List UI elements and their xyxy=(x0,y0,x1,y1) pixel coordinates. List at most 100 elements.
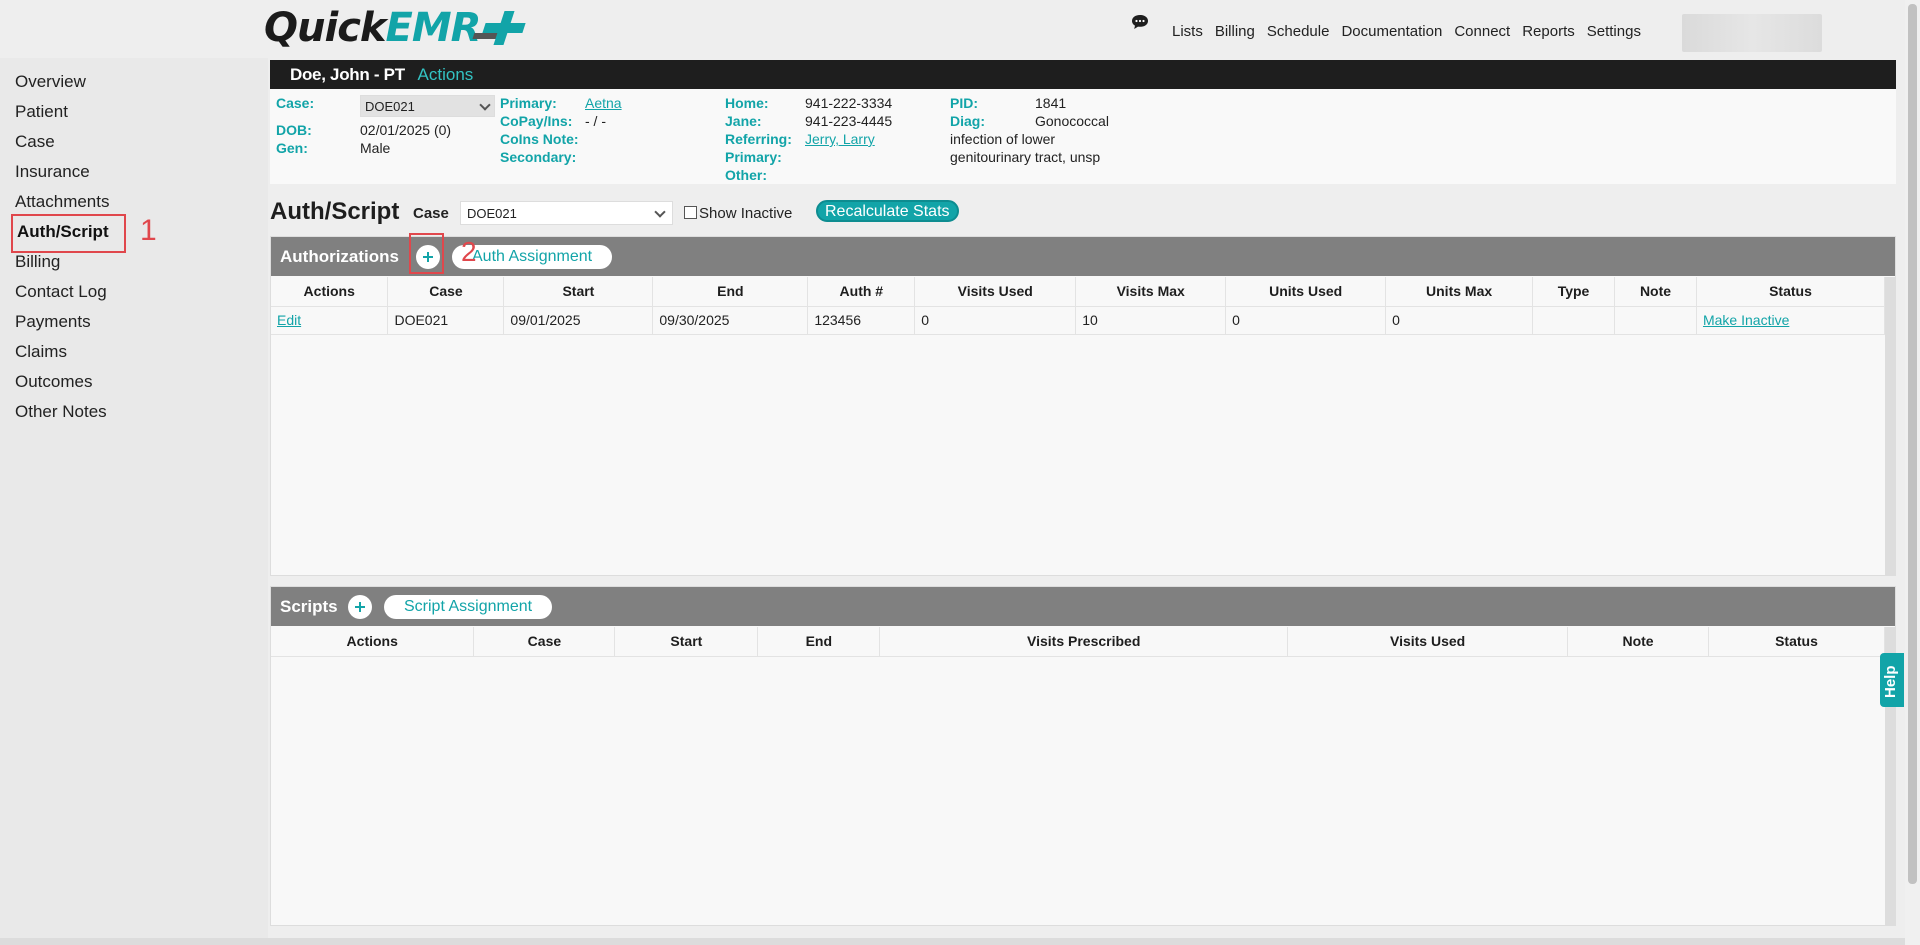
logo-plus-icon xyxy=(472,11,532,45)
chat-bubble-icon[interactable] xyxy=(1131,14,1149,30)
page-title: Auth/Script xyxy=(270,198,400,225)
col-type: Type xyxy=(1532,277,1616,307)
authorizations-header: Authorizations Auth Assignment xyxy=(271,237,1895,276)
col-end: End xyxy=(652,277,809,307)
gen-value: Male xyxy=(360,140,391,156)
referring-label: Referring: xyxy=(725,131,792,147)
pid-value: 1841 xyxy=(1035,95,1067,111)
col-end: End xyxy=(757,627,881,657)
sidebar-item-claims[interactable]: Claims xyxy=(15,342,67,362)
patient-case-select[interactable]: DOE021 xyxy=(360,95,495,117)
case-filter-label: Case xyxy=(413,205,449,222)
authorizations-title: Authorizations xyxy=(280,247,399,266)
horizontal-scrollbar[interactable] xyxy=(0,938,1905,945)
cell-visits-used: 0 xyxy=(914,306,1077,335)
authorizations-scrollbar[interactable] xyxy=(1885,277,1895,575)
chevron-down-icon xyxy=(479,99,491,111)
coins-note-label: CoIns Note: xyxy=(500,131,579,147)
col-visits-prescribed: Visits Prescribed xyxy=(879,627,1289,657)
scripts-panel: Scripts Script Assignment Actions Case S… xyxy=(270,586,1896,926)
scripts-header-row: Actions Case Start End Visits Prescribed… xyxy=(271,627,1885,657)
col-case: Case xyxy=(473,627,616,657)
cell-visits-max: 10 xyxy=(1075,306,1227,335)
show-inactive-label: Show Inactive xyxy=(699,205,793,222)
sidebar-item-contact-log[interactable]: Contact Log xyxy=(15,282,107,302)
sidebar-item-insurance[interactable]: Insurance xyxy=(15,162,90,182)
logo-emr-text: EMR xyxy=(385,5,482,51)
cell-type xyxy=(1532,306,1616,335)
cell-auth-number: 123456 xyxy=(807,306,916,335)
quickemr-logo[interactable]: Quick EMR xyxy=(264,5,527,51)
col-actions: Actions xyxy=(271,627,475,657)
cell-status: Make Inactive xyxy=(1696,306,1886,335)
patient-actions-link[interactable]: Actions xyxy=(418,65,474,84)
nav-reports[interactable]: Reports xyxy=(1522,23,1575,40)
top-bar: Quick EMR Lists Billing Schedule Documen… xyxy=(0,0,1905,58)
sidebar-item-patient[interactable]: Patient xyxy=(15,102,68,122)
nav-settings[interactable]: Settings xyxy=(1587,23,1641,40)
logo-quick-text: Quick xyxy=(264,5,387,51)
add-script-icon[interactable] xyxy=(348,595,372,619)
col-status: Status xyxy=(1696,277,1886,307)
annotation-step-2: 2 xyxy=(461,236,477,267)
show-inactive-checkbox[interactable] xyxy=(684,206,697,219)
sidebar-item-overview[interactable]: Overview xyxy=(15,72,86,92)
scripts-header: Scripts Script Assignment xyxy=(271,587,1895,626)
sidebar-item-outcomes[interactable]: Outcomes xyxy=(15,372,92,392)
cell-note xyxy=(1614,306,1697,335)
help-tab[interactable]: Help xyxy=(1880,653,1904,707)
user-menu[interactable] xyxy=(1682,14,1822,52)
cell-action: Edit xyxy=(271,306,389,335)
dob-label: DOB: xyxy=(276,122,312,138)
recalculate-stats-button[interactable]: Recalculate Stats xyxy=(816,200,959,222)
nav-schedule[interactable]: Schedule xyxy=(1267,23,1330,40)
col-note: Note xyxy=(1567,627,1709,657)
authorizations-panel: Authorizations Auth Assignment Actions C… xyxy=(270,236,1896,576)
col-auth-number: Auth # xyxy=(807,277,916,307)
patient-case-value: DOE021 xyxy=(365,99,415,114)
col-actions: Actions xyxy=(271,277,389,307)
app-root: Quick EMR Lists Billing Schedule Documen… xyxy=(0,0,1920,945)
table-row: Edit DOE021 09/01/2025 09/30/2025 123456… xyxy=(271,306,1886,335)
diag-line-2: infection of lower xyxy=(950,131,1056,147)
sidebar: Overview Patient Case Insurance Attachme… xyxy=(0,58,268,938)
sidebar-item-billing[interactable]: Billing xyxy=(15,252,60,272)
top-nav: Lists Billing Schedule Documentation Con… xyxy=(1172,23,1641,40)
cell-units-max: 0 xyxy=(1385,306,1534,335)
pid-label: PID: xyxy=(950,95,978,111)
dob-value: 02/01/2025 (0) xyxy=(360,122,452,138)
sidebar-item-other-notes[interactable]: Other Notes xyxy=(15,402,107,422)
script-assignment-button[interactable]: Script Assignment xyxy=(384,595,553,619)
case-filter-value: DOE021 xyxy=(467,206,517,221)
primary-ins-label: Primary: xyxy=(500,95,557,111)
col-visits-used: Visits Used xyxy=(914,277,1077,307)
nav-billing[interactable]: Billing xyxy=(1215,23,1255,40)
annotation-highlight-add-authorization xyxy=(409,233,444,274)
annotation-highlight-auth-script xyxy=(11,214,126,253)
case-filter-select[interactable]: DOE021 xyxy=(460,201,673,225)
col-case: Case xyxy=(387,277,505,307)
edit-link[interactable]: Edit xyxy=(277,312,301,328)
gen-label: Gen: xyxy=(276,140,308,156)
home-phone-value: 941-222-3334 xyxy=(805,95,893,111)
other-label: Other: xyxy=(725,167,767,183)
nav-lists[interactable]: Lists xyxy=(1172,23,1203,40)
referring-link[interactable]: Jerry, Larry xyxy=(805,131,875,147)
primary-ins-link[interactable]: Aetna xyxy=(585,95,622,111)
page-scrollbar-thumb[interactable] xyxy=(1908,4,1917,884)
jane-value: 941-223-4445 xyxy=(805,113,893,129)
case-label: Case: xyxy=(276,95,315,111)
patient-header: Doe, John - PT Actions xyxy=(270,60,1896,89)
primary-contact-label: Primary: xyxy=(725,149,782,165)
sidebar-item-payments[interactable]: Payments xyxy=(15,312,91,332)
make-inactive-link[interactable]: Make Inactive xyxy=(1703,312,1789,328)
col-start: Start xyxy=(614,627,759,657)
diag-line-1: Gonococcal xyxy=(1035,113,1109,129)
cell-start: 09/01/2025 xyxy=(503,306,654,335)
sidebar-item-attachments[interactable]: Attachments xyxy=(15,192,110,212)
annotation-step-1: 1 xyxy=(140,214,157,247)
nav-connect[interactable]: Connect xyxy=(1454,23,1510,40)
nav-documentation[interactable]: Documentation xyxy=(1341,23,1442,40)
cell-units-used: 0 xyxy=(1225,306,1387,335)
sidebar-item-case[interactable]: Case xyxy=(15,132,55,152)
